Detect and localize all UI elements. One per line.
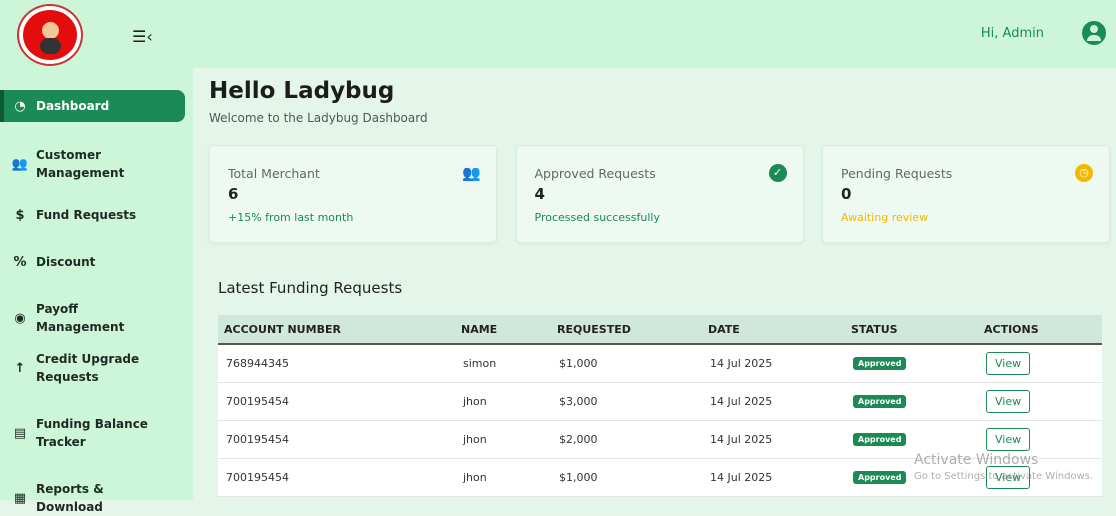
sidebar-item-label: Fund Requests xyxy=(36,208,137,222)
ladybug-logo[interactable] xyxy=(19,6,81,64)
sidebar-item-label: Credit Upgrade Requests xyxy=(36,352,140,384)
user-avatar-icon[interactable] xyxy=(1082,21,1106,45)
sidebar: ◔ Dashboard 👥 Customer Management $ Fund Requ… xyxy=(0,68,193,514)
requested: $2,000 xyxy=(551,420,702,459)
users-icon: 👥 xyxy=(462,164,481,182)
sidebar-item-label: Reports & Download xyxy=(36,482,104,514)
sidebar-item-label: Dashboard xyxy=(36,99,110,113)
sidebar-item-payoff-management[interactable]: ◉ Payoff Management xyxy=(0,300,185,336)
watermark-subtitle: Go to Settings to activate Windows. xyxy=(914,471,1094,482)
sidebar-item-label: Funding Balance Tracker xyxy=(36,417,148,449)
sidebar-item-credit-upgrade-requests[interactable]: ↑ Credit Upgrade Requests xyxy=(0,350,185,386)
table-row: 768944345 simon $1,000 14 Jul 2025 Appro… xyxy=(218,344,1102,383)
account-number: 700195454 xyxy=(218,420,455,459)
status-badge: Approved xyxy=(853,471,907,484)
ledger-icon: ▤ xyxy=(13,425,27,441)
account-number: 700195454 xyxy=(218,382,455,421)
stat-card: Total Merchant 6 +15% from last month 👥 xyxy=(209,145,497,243)
check-circle-icon: ✓ xyxy=(768,164,787,182)
gauge-icon: ◔ xyxy=(14,98,26,114)
view-button[interactable]: View xyxy=(986,351,1031,375)
card-title: Total Merchant xyxy=(228,166,320,181)
requested: $1,000 xyxy=(551,344,702,383)
sidebar-toggle-icon[interactable]: ☰‹ xyxy=(132,27,153,46)
funding-requests-table: ACCOUNT NUMBER NAME REQUESTED DATE STATUS ACT… xyxy=(218,315,1102,497)
sidebar-item-label: Customer Management xyxy=(36,148,125,180)
card-note: Processed successfully xyxy=(534,211,660,224)
card-value: 6 xyxy=(228,185,239,203)
sidebar-item-fund-requests[interactable]: $ Fund Requests xyxy=(0,206,185,224)
sidebar-item-discount[interactable]: % Discount xyxy=(0,253,185,271)
date: 14 Jul 2025 xyxy=(702,344,845,383)
column-header: REQUESTED xyxy=(551,315,702,345)
sidebar-item-funding-balance-tracker[interactable]: ▤ Funding Balance Tracker xyxy=(0,415,185,451)
card-title: Approved Requests xyxy=(534,166,656,181)
table-row: 700195454 jhon $3,000 14 Jul 2025 Approv… xyxy=(218,382,1102,421)
sidebar-item-label: Payoff Management xyxy=(36,302,125,334)
column-header: DATE xyxy=(702,315,845,345)
account-number: 768944345 xyxy=(218,344,455,383)
hand-dollar-icon: $ xyxy=(15,207,25,223)
name: jhon xyxy=(455,382,551,421)
column-header: ACCOUNT NUMBER xyxy=(218,315,455,345)
sidebar-item-reports-download[interactable]: ▦ Reports & Download xyxy=(0,480,185,516)
view-button[interactable]: View xyxy=(986,389,1031,413)
sidebar-item-customer-management[interactable]: 👥 Customer Management xyxy=(0,146,185,182)
users-icon: 👥 xyxy=(11,156,29,172)
clock-icon: ◷ xyxy=(1075,164,1093,182)
status-cell: Approved xyxy=(845,344,978,383)
watermark-title: Activate Windows xyxy=(914,452,1039,468)
sidebar-item-dashboard[interactable]: ◔ Dashboard xyxy=(0,90,185,122)
card-note: Awaiting review xyxy=(841,211,929,224)
name: simon xyxy=(455,344,551,383)
card-note: +15% from last month xyxy=(228,211,354,224)
card-value: 0 xyxy=(841,185,852,203)
report-icon: ▦ xyxy=(13,490,27,506)
money-icon: ◉ xyxy=(14,310,26,326)
actions-cell: View xyxy=(978,382,1102,421)
stat-card: Pending Requests 0 Awaiting review ◷ xyxy=(822,145,1110,243)
requested: $3,000 xyxy=(551,382,702,421)
page-subtitle: Welcome to the Ladybug Dashboard xyxy=(209,111,428,125)
card-title: Pending Requests xyxy=(841,166,953,181)
status-badge: Approved xyxy=(853,395,907,408)
status-badge: Approved xyxy=(853,433,907,446)
view-button[interactable]: View xyxy=(986,427,1031,451)
sidebar-item-label: Discount xyxy=(36,255,96,269)
percent-icon: % xyxy=(13,254,27,270)
stat-card: Approved Requests 4 Processed successful… xyxy=(515,145,804,243)
date: 14 Jul 2025 xyxy=(702,382,845,421)
actions-cell: View xyxy=(978,344,1102,383)
section-title: Latest Funding Requests xyxy=(218,279,403,297)
status-cell: Approved xyxy=(845,382,978,421)
arrow-up-icon: ↑ xyxy=(14,360,26,376)
column-header: ACTIONS xyxy=(978,315,1102,345)
page-title: Hello Ladybug xyxy=(209,78,395,104)
greeting: Hi, Admin xyxy=(980,26,1044,41)
date: 14 Jul 2025 xyxy=(702,458,845,497)
card-value: 4 xyxy=(534,185,545,203)
column-header: NAME xyxy=(455,315,551,345)
name: jhon xyxy=(455,458,551,497)
column-header: STATUS xyxy=(845,315,978,345)
status-badge: Approved xyxy=(853,357,907,371)
account-number: 700195454 xyxy=(218,458,455,497)
requested: $1,000 xyxy=(551,458,702,497)
date: 14 Jul 2025 xyxy=(702,420,845,459)
top-bar: ☰‹ Hi, Admin xyxy=(0,0,1116,68)
name: jhon xyxy=(455,420,551,459)
